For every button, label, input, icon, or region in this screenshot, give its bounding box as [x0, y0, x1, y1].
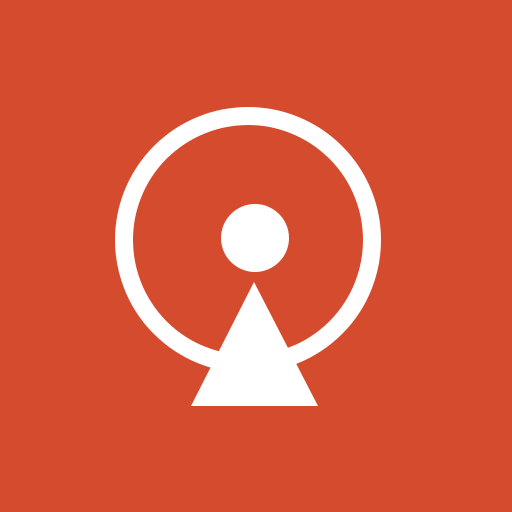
app-icon-tile — [0, 0, 512, 512]
location-pin-icon — [115, 107, 381, 406]
center-dot — [221, 204, 289, 272]
